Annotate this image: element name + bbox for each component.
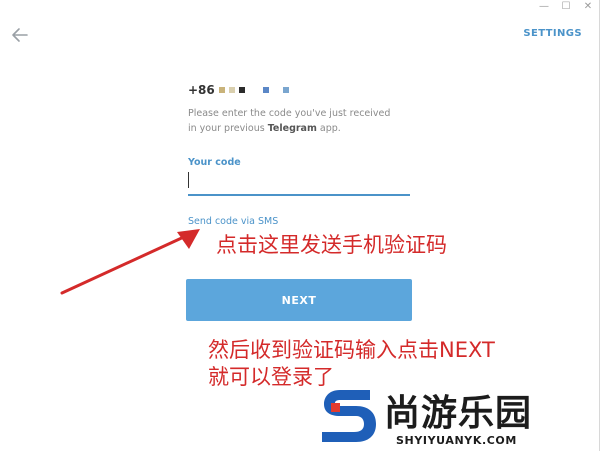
phone-mask-5: [282, 87, 289, 93]
text-caret: [188, 172, 189, 188]
watermark-url: SHYIYUANYK.COM: [396, 434, 517, 447]
telegram-login-window: — ☐ ✕ SETTINGS +86 Please enter the code…: [0, 0, 600, 451]
minimize-icon[interactable]: —: [538, 1, 550, 13]
watermark-accent: [331, 403, 340, 412]
phone-mask-3: [238, 87, 245, 93]
maximize-icon[interactable]: ☐: [560, 1, 572, 13]
phone-number: +86: [188, 83, 289, 97]
settings-button[interactable]: SETTINGS: [523, 28, 582, 39]
phone-mask-1: [218, 87, 225, 93]
phone-prefix: +86: [188, 83, 215, 97]
hint-line-1: Please enter the code you've just receiv…: [188, 108, 391, 119]
close-icon[interactable]: ✕: [582, 1, 594, 13]
watermark-title: 尚游乐园: [384, 393, 533, 434]
hint-line-2: in your previous Telegram app.: [188, 121, 418, 136]
back-arrow-icon[interactable]: [10, 26, 30, 44]
next-button[interactable]: NEXT: [186, 279, 412, 321]
window-controls: — ☐ ✕: [538, 0, 594, 14]
hint-line-2-post: app.: [316, 123, 341, 134]
annotation-tip-next: 然后收到验证码输入点击NEXT 就可以登录了: [208, 337, 495, 391]
phone-mask-2: [228, 87, 235, 93]
annotation-tip-send-sms: 点击这里发送手机验证码: [216, 233, 447, 257]
hint-app-name: Telegram: [267, 123, 317, 134]
watermark-logo-icon: [322, 390, 376, 442]
annotation-tip-next-line-1: 然后收到验证码输入点击NEXT: [208, 338, 495, 362]
hint-line-2-pre: in your previous: [188, 123, 268, 134]
phone-mask-4: [262, 87, 269, 93]
code-field-label: Your code: [188, 157, 241, 168]
code-input[interactable]: [188, 170, 410, 196]
code-instructions: Please enter the code you've just receiv…: [188, 106, 418, 136]
